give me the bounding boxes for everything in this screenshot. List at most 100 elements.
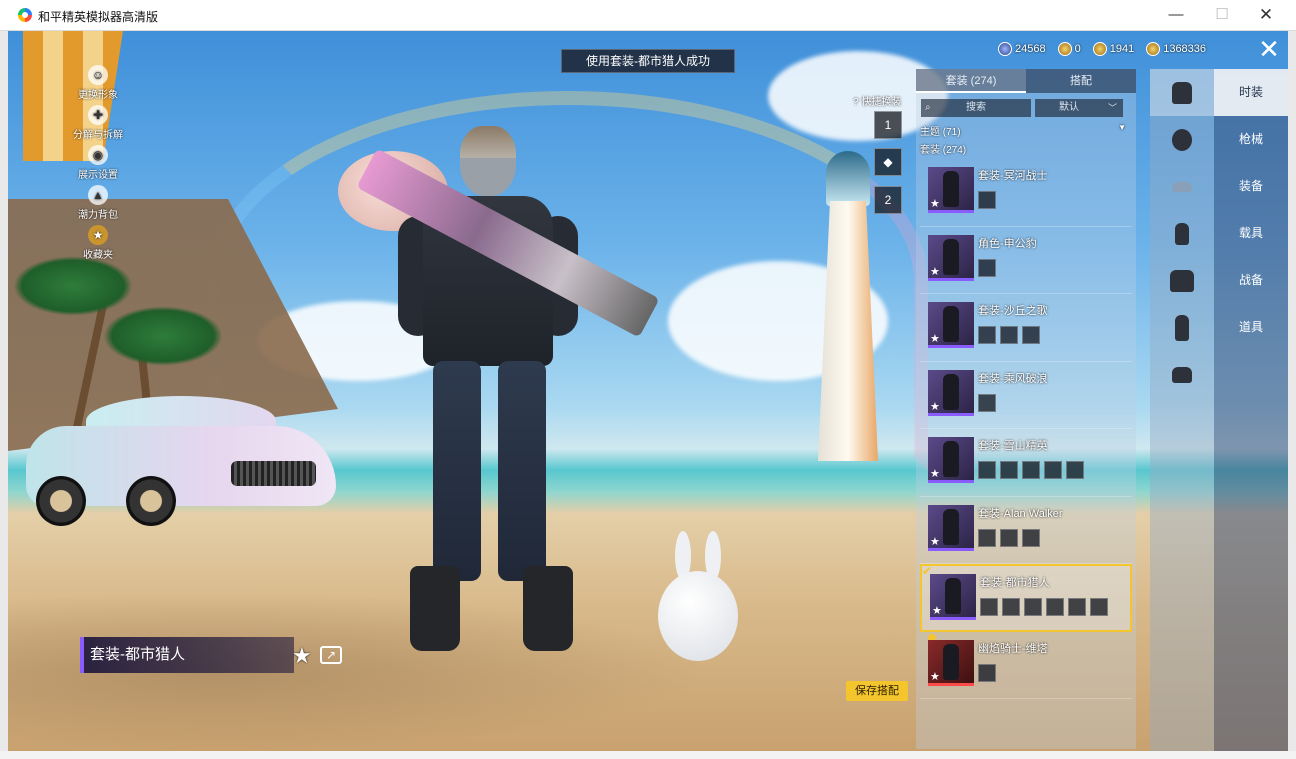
star-icon: ★	[930, 468, 940, 480]
quick-swap-slot-locked[interactable]: ◆	[874, 148, 902, 176]
avatar-icon: ☺	[88, 65, 108, 85]
pants-icon	[1175, 314, 1189, 341]
panel-tabs: 套装 (274) 搭配	[916, 69, 1136, 93]
outfit-name: 幽焰骑士-维塔	[978, 642, 1048, 655]
category-firearms[interactable]: 枪械	[1214, 116, 1288, 163]
game-viewport: 使用套装-都市猎人成功 ☺ 更换形象 ✚ 分解与拆解 ◉ 展示设置 ▲ 潮力背包…	[8, 31, 1288, 751]
menu-dismantle[interactable]: ✚ 分解与拆解	[70, 105, 126, 145]
chevron-down-icon: ﹀	[1107, 103, 1117, 113]
list-item[interactable]: ★ 套装-雪山精英	[920, 429, 1132, 497]
lock-icon: ◆	[883, 155, 893, 169]
outfit-thumbnail: ★	[928, 504, 974, 551]
mask-icon	[1175, 222, 1189, 245]
list-item[interactable]: ★ 幽焰骑士-维塔	[920, 632, 1132, 699]
outfit-parts	[980, 598, 1108, 616]
search-icon: ⌕	[925, 102, 931, 113]
outfit-figure	[945, 578, 961, 614]
category-icon-rail	[1150, 69, 1214, 751]
share-icon[interactable]: ↗	[320, 646, 342, 664]
outfit-parts	[978, 663, 996, 682]
theme-filter-label: 主题 (71)	[920, 127, 961, 138]
close-window-button[interactable]: ✕	[1243, 0, 1289, 31]
car-grille	[231, 461, 316, 486]
rail-mask[interactable]	[1150, 210, 1214, 257]
quick-swap-slot-1[interactable]: 1	[874, 111, 902, 139]
outfit-figure	[943, 306, 959, 342]
outfit-parts	[978, 393, 996, 412]
outfit-thumbnail: ★	[928, 437, 974, 483]
outfit-name: 套装-都市猎人	[980, 577, 1050, 589]
outfit-figure	[943, 373, 959, 410]
save-outfit-button[interactable]: 保存搭配	[846, 681, 908, 701]
menu-display-settings[interactable]: ◉ 展示设置	[70, 145, 126, 185]
rail-pants[interactable]	[1150, 304, 1214, 351]
part-icon	[978, 393, 996, 412]
close-icon[interactable]: ✕	[1256, 36, 1282, 63]
outfit-figure	[943, 643, 959, 680]
menu-change-avatar[interactable]: ☺ 更换形象	[70, 65, 126, 105]
part-icon	[978, 461, 996, 479]
category-equipment[interactable]: 装备	[1214, 163, 1288, 210]
window-title: 和平精英模拟器高清版	[38, 10, 159, 24]
palm-leaves	[13, 256, 133, 316]
window-titlebar: 和平精英模拟器高清版 — ☐ ✕	[0, 0, 1296, 31]
menu-backpack[interactable]: ▲ 潮力背包	[70, 185, 126, 225]
car-wheel	[36, 476, 86, 526]
currency-value: 1941	[1109, 43, 1135, 55]
tab-outfits[interactable]: 套装 (274)	[916, 69, 1026, 93]
rail-jacket[interactable]	[1150, 257, 1214, 304]
character-leg	[498, 361, 546, 581]
rail-outfit[interactable]	[1150, 69, 1214, 116]
part-icon	[1046, 598, 1064, 616]
list-item[interactable]: ★ 套装-乘风破浪	[920, 362, 1132, 429]
outfit-list-panel: 套装 (274) 搭配 ⌕ 搜索 默认 ﹀ 主题 (71) ▼ 套装 (274)…	[916, 69, 1136, 749]
part-icon	[1000, 326, 1018, 344]
favorite-star-icon[interactable]: ★	[292, 643, 312, 669]
currency-value: 24568	[1015, 43, 1046, 55]
category-outfit[interactable]: 时装	[1214, 69, 1288, 116]
currency-value: 1368336	[1163, 43, 1207, 55]
rail-goggles[interactable]	[1150, 163, 1214, 210]
lighthouse-tower	[818, 201, 878, 461]
outfit-thumbnail: ★	[928, 302, 974, 348]
list-item[interactable]: ★ 套装-沙丘之歌	[920, 294, 1132, 362]
maximize-button[interactable]: ☐	[1199, 0, 1245, 31]
coin-icon	[1057, 42, 1072, 56]
part-icon	[1068, 598, 1086, 616]
outfit-thumbnail: ★	[928, 234, 974, 281]
rail-helmet[interactable]	[1150, 116, 1214, 163]
bunny-pet	[653, 531, 743, 661]
minimize-button[interactable]: —	[1153, 0, 1199, 31]
part-icon	[1002, 598, 1020, 616]
character-boot	[410, 566, 460, 651]
star-icon: ★	[930, 265, 940, 278]
category-combat-prep[interactable]: 战备	[1214, 257, 1288, 304]
part-icon	[1000, 461, 1018, 479]
rail-boots[interactable]	[1150, 351, 1214, 398]
star-icon: ★	[932, 605, 942, 617]
list-item[interactable]: ★ 套装-冥河战士	[920, 159, 1132, 227]
triangle-down-icon: ▼	[1118, 123, 1126, 132]
list-item[interactable]: ★ 套装-Alan Walker	[920, 497, 1132, 564]
bunny-body	[658, 571, 738, 661]
quick-swap-slot-2[interactable]: 2	[874, 186, 902, 214]
outfit-parts	[978, 528, 1040, 547]
outfit-name: 套装-Alan Walker	[978, 507, 1063, 520]
menu-favorites[interactable]: ★ 收藏夹	[70, 225, 126, 265]
search-row: ⌕ 搜索 默认 ﹀	[921, 99, 1133, 117]
outfit-parts	[978, 191, 996, 209]
list-item[interactable]: ★ 角色-申公豹	[920, 227, 1132, 294]
tab-combinations[interactable]: 搭配	[1026, 69, 1136, 93]
category-label-rail: 时装 枪械 装备 载具 战备 道具	[1214, 69, 1288, 751]
outfit-thumbnail: ★	[930, 574, 976, 620]
list-item-selected[interactable]: ✔ ★ 套装-都市猎人	[920, 564, 1132, 632]
menu-label: 收藏夹	[83, 250, 113, 261]
category-props[interactable]: 道具	[1214, 304, 1288, 351]
category-vehicles[interactable]: 载具	[1214, 210, 1288, 257]
theme-filter[interactable]: 主题 (71) ▼	[920, 123, 1130, 138]
currency-bar: 24568 0 1941 1368336	[998, 40, 1206, 58]
sort-dropdown[interactable]: 默认 ﹀	[1035, 99, 1123, 117]
part-icon	[978, 326, 996, 344]
goggles-icon	[1172, 181, 1192, 192]
search-input[interactable]: ⌕ 搜索	[921, 99, 1031, 117]
